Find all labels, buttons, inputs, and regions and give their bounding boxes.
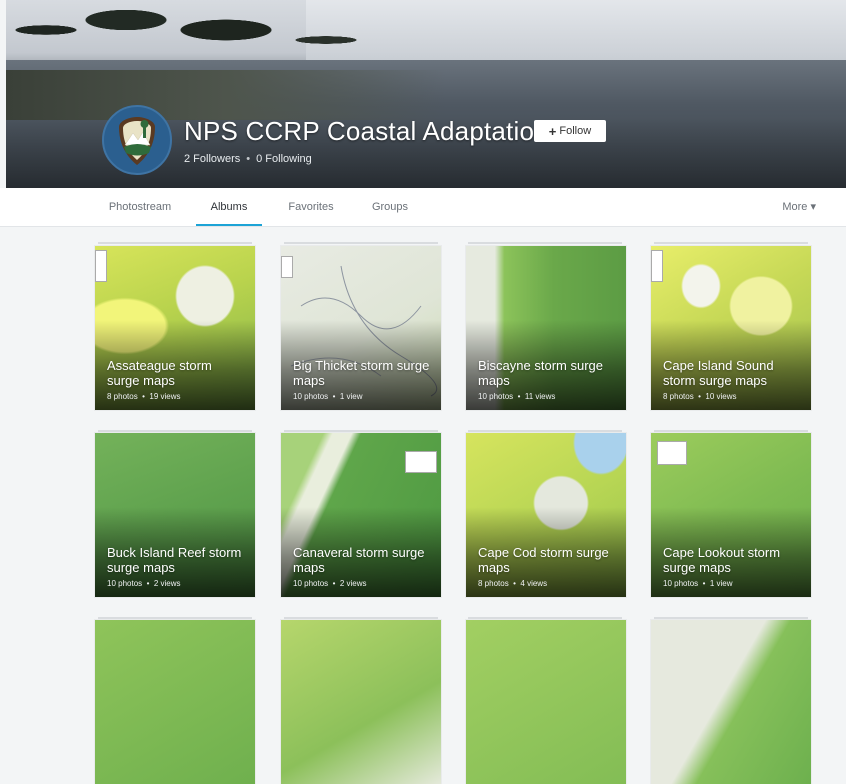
album-meta: 8 photos • 19 views [107,392,181,401]
album-card[interactable]: Cape Island Sound storm surge maps 8 pho… [651,246,811,410]
album-card[interactable]: Big Thicket storm surge maps 10 photos •… [281,246,441,410]
album-card[interactable] [466,620,626,784]
cover-photo: NPS CCRP Coastal Adaptation + Follow 2 F… [6,0,846,188]
album-title: Biscayne storm surge maps [478,358,603,388]
album-card[interactable]: Assateague storm surge maps 8 photos • 1… [95,246,255,410]
more-label: More [782,201,808,213]
album-meta: 10 photos • 1 view [293,392,363,401]
tab-groups[interactable]: Groups [360,188,420,226]
album-title: Cape Cod storm surge maps [478,545,609,575]
caret-down-icon: ▾ [810,201,816,213]
profile-name: NPS CCRP Coastal Adaptation [184,116,549,146]
tab-albums[interactable]: Albums [196,188,262,226]
album-card[interactable] [281,620,441,784]
album-title: Assateague storm surge maps [107,358,212,388]
profile-nav: Photostream Albums Favorites Groups More… [0,188,846,227]
album-card[interactable]: Cape Cod storm surge maps 8 photos • 4 v… [466,433,626,597]
album-card[interactable] [651,620,811,784]
album-card[interactable]: Biscayne storm surge maps 10 photos • 11… [466,246,626,410]
follow-label: Follow [559,125,592,137]
more-menu[interactable]: More ▾ [782,188,816,226]
album-card[interactable] [95,620,255,784]
album-title: Canaveral storm surge maps [293,545,425,575]
plus-icon: + [548,123,557,139]
follow-button[interactable]: + Follow [534,120,606,142]
nps-arrowhead-icon [119,117,155,165]
album-title: Big Thicket storm surge maps [293,358,430,388]
following-count[interactable]: 0 Following [256,153,312,165]
album-meta: 10 photos • 2 views [107,579,181,588]
tab-photostream[interactable]: Photostream [100,188,180,226]
album-meta: 10 photos • 1 view [663,579,733,588]
tab-favorites[interactable]: Favorites [276,188,346,226]
album-title: Cape Lookout storm surge maps [663,545,781,575]
separator-dot: • [246,153,251,165]
album-title: Buck Island Reef storm surge maps [107,545,242,575]
profile-stats: 2 Followers • 0 Following [184,153,312,165]
album-card[interactable]: Canaveral storm surge maps 10 photos • 2… [281,433,441,597]
album-meta: 8 photos • 4 views [478,579,548,588]
album-title: Cape Island Sound storm surge maps [663,358,774,388]
album-card[interactable]: Cape Lookout storm surge maps 10 photos … [651,433,811,597]
followers-count[interactable]: 2 Followers [184,153,240,165]
album-meta: 10 photos • 2 views [293,579,367,588]
avatar[interactable] [102,105,172,175]
album-meta: 10 photos • 11 views [478,392,556,401]
album-meta: 8 photos • 10 views [663,392,737,401]
album-card[interactable]: Buck Island Reef storm surge maps 10 pho… [95,433,255,597]
